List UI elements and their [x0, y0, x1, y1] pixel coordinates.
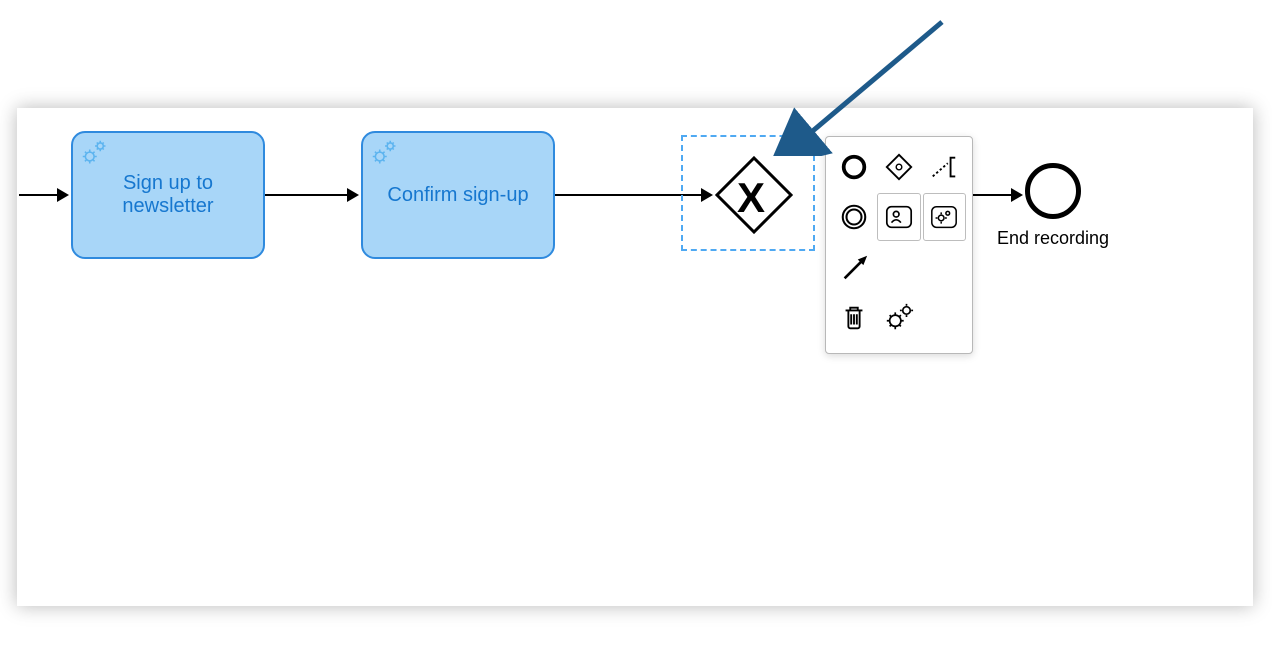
task-confirm[interactable]: Confirm sign-up — [361, 131, 555, 259]
diagram-canvas[interactable]: Sign up to newsletter Confirm sign-up X — [17, 108, 1253, 606]
append-gateway-button[interactable] — [877, 143, 920, 191]
sequence-flow[interactable] — [265, 194, 349, 196]
delete-button[interactable] — [832, 293, 875, 341]
connect-tool-button[interactable] — [832, 243, 875, 291]
gears-icon — [371, 139, 399, 167]
append-end-event-button[interactable] — [832, 143, 875, 191]
append-service-task-button[interactable] — [923, 193, 966, 241]
change-type-button[interactable] — [877, 293, 920, 341]
append-text-annotation-button[interactable] — [923, 143, 966, 191]
arrow-head-icon — [1011, 188, 1023, 202]
task-signup[interactable]: Sign up to newsletter — [71, 131, 265, 259]
end-event-label: End recording — [983, 228, 1123, 249]
sequence-flow[interactable] — [973, 194, 1013, 196]
gateway-marker: X — [737, 174, 765, 222]
task-label: Sign up to newsletter — [122, 172, 213, 218]
arrow-head-icon — [57, 188, 69, 202]
gears-icon — [81, 139, 109, 167]
append-intermediate-event-button[interactable] — [832, 193, 875, 241]
task-label: Confirm sign-up — [387, 184, 528, 207]
sequence-flow — [19, 194, 59, 196]
append-user-task-button[interactable] — [877, 193, 920, 241]
end-event[interactable] — [1025, 163, 1081, 219]
arrow-head-icon — [347, 188, 359, 202]
context-pad — [825, 136, 973, 354]
